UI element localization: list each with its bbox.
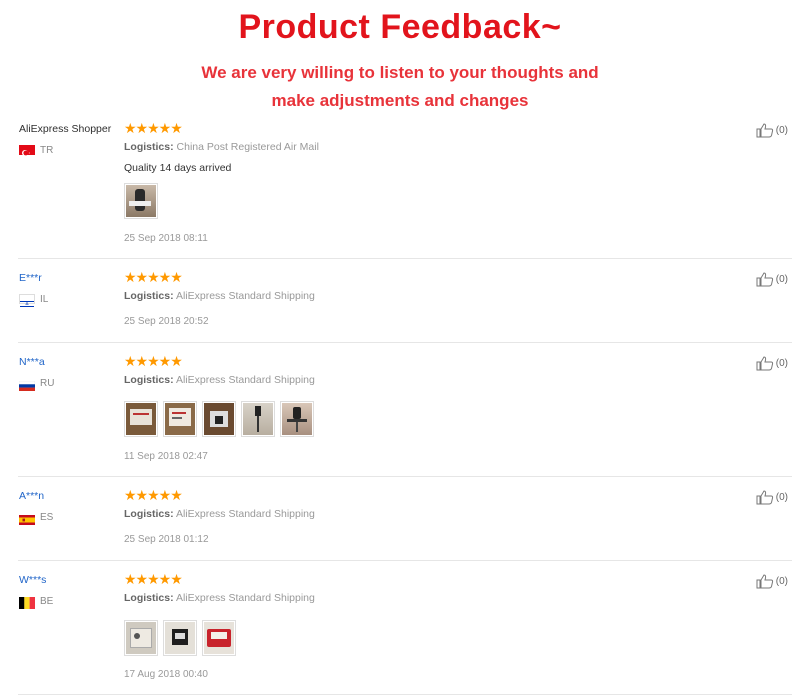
star-rating: ★★★★★: [124, 353, 183, 369]
review-photo-thumbnail[interactable]: [280, 401, 314, 437]
review-divider: [18, 560, 792, 561]
country-code: RU: [40, 377, 55, 389]
like-button[interactable]: (0): [756, 490, 788, 505]
reviewer-country: RU: [18, 377, 55, 391]
review-photos: [124, 183, 158, 219]
thumbs-up-icon: [756, 123, 773, 138]
like-count: (0): [775, 125, 788, 136]
logistics-label: Logistics:: [124, 290, 174, 302]
review-photos: [124, 401, 314, 437]
logistics-value: AliExpress Standard Shipping: [175, 374, 315, 386]
review-date: 25 Sep 2018 01:12: [124, 534, 209, 545]
logistics-value: China Post Registered Air Mail: [176, 141, 319, 153]
review-date: 25 Sep 2018 08:11: [124, 233, 208, 244]
reviewer-country: TR: [19, 144, 53, 156]
page-subtitle-line-2: make adjustments and changes: [271, 91, 529, 110]
reviewer-name: N***a: [19, 356, 45, 368]
star-icon: ★★★★★: [124, 353, 183, 369]
star-rating: ★★★★★: [124, 487, 183, 503]
logistics-info: Logistics: AliExpress Standard Shipping: [124, 592, 315, 604]
reviewer-name: E***r: [19, 272, 42, 284]
review-comment: Quality 14 days arrived: [124, 162, 232, 174]
like-count: (0): [775, 274, 788, 285]
review-photo-thumbnail[interactable]: [163, 401, 197, 437]
like-button[interactable]: (0): [756, 272, 788, 287]
thumbs-up-icon: [756, 574, 773, 589]
logistics-label: Logistics:: [124, 374, 174, 386]
turkey-flag-icon: [19, 145, 35, 156]
thumbs-up-icon: [756, 490, 773, 505]
star-icon: ★★★★★: [124, 269, 183, 285]
logistics-value: AliExpress Standard Shipping: [175, 508, 315, 520]
review-photo-thumbnail[interactable]: [163, 620, 197, 656]
reviewer-name: A***n: [19, 490, 45, 502]
review-photo-thumbnail[interactable]: [241, 401, 275, 437]
review-date: 25 Sep 2018 20:52: [124, 316, 209, 327]
country-code: IL: [40, 293, 49, 305]
star-rating: ★★★★★: [124, 571, 183, 587]
review-divider: [18, 476, 792, 477]
logistics-label: Logistics:: [124, 141, 174, 153]
logistics-value: AliExpress Standard Shipping: [175, 592, 315, 604]
logistics-label: Logistics:: [124, 592, 174, 604]
like-count: (0): [775, 576, 788, 587]
reviewer-country: BE: [19, 595, 54, 609]
country-code: ES: [40, 511, 54, 523]
review-divider: [18, 342, 792, 343]
review-divider: [18, 258, 792, 259]
thumbs-up-icon: [756, 272, 773, 287]
israel-flag-icon: [19, 294, 35, 307]
review-photo-thumbnail[interactable]: [202, 401, 236, 437]
logistics-info: Logistics: AliExpress Standard Shipping: [124, 374, 315, 386]
page-subtitle-line-1: We are very willing to listen to your th…: [201, 63, 599, 82]
like-button[interactable]: (0): [756, 574, 788, 589]
logistics-info: Logistics: AliExpress Standard Shipping: [124, 508, 315, 520]
review-photo-thumbnail[interactable]: [124, 620, 158, 656]
star-icon: ★★★★★: [124, 571, 183, 587]
reviewer-country: IL: [19, 293, 49, 307]
star-icon: ★★★★★: [124, 487, 183, 503]
russia-flag-icon: [18, 378, 36, 391]
review-photo-thumbnail[interactable]: [202, 620, 236, 656]
belgium-flag-icon: [19, 596, 35, 609]
logistics-label: Logistics:: [124, 508, 174, 520]
reviewer-name: W***s: [19, 574, 47, 586]
logistics-info: Logistics: AliExpress Standard Shipping: [124, 290, 315, 302]
thumbs-up-icon: [756, 356, 773, 371]
review-photos: [124, 620, 236, 656]
country-code: BE: [40, 595, 54, 607]
like-button[interactable]: (0): [756, 123, 788, 138]
review-date: 17 Aug 2018 00:40: [124, 669, 208, 680]
logistics-info: Logistics: China Post Registered Air Mai…: [124, 141, 319, 153]
star-rating: ★★★★★: [124, 120, 183, 136]
reviewer-country: ES: [19, 511, 54, 525]
like-count: (0): [775, 358, 788, 369]
spain-flag-icon: [19, 512, 35, 525]
review-photo-thumbnail[interactable]: [124, 183, 158, 219]
like-button[interactable]: (0): [756, 356, 788, 371]
review-divider: [18, 694, 792, 695]
star-icon: ★★★★★: [124, 120, 183, 136]
page-title: Product Feedback~: [238, 8, 562, 46]
reviewer-name: AliExpress Shopper: [19, 123, 112, 135]
country-code: TR: [40, 144, 54, 156]
like-count: (0): [775, 492, 788, 503]
star-rating: ★★★★★: [124, 269, 183, 285]
review-date: 11 Sep 2018 02:47: [124, 451, 208, 462]
logistics-value: AliExpress Standard Shipping: [175, 290, 315, 302]
review-photo-thumbnail[interactable]: [124, 401, 158, 437]
